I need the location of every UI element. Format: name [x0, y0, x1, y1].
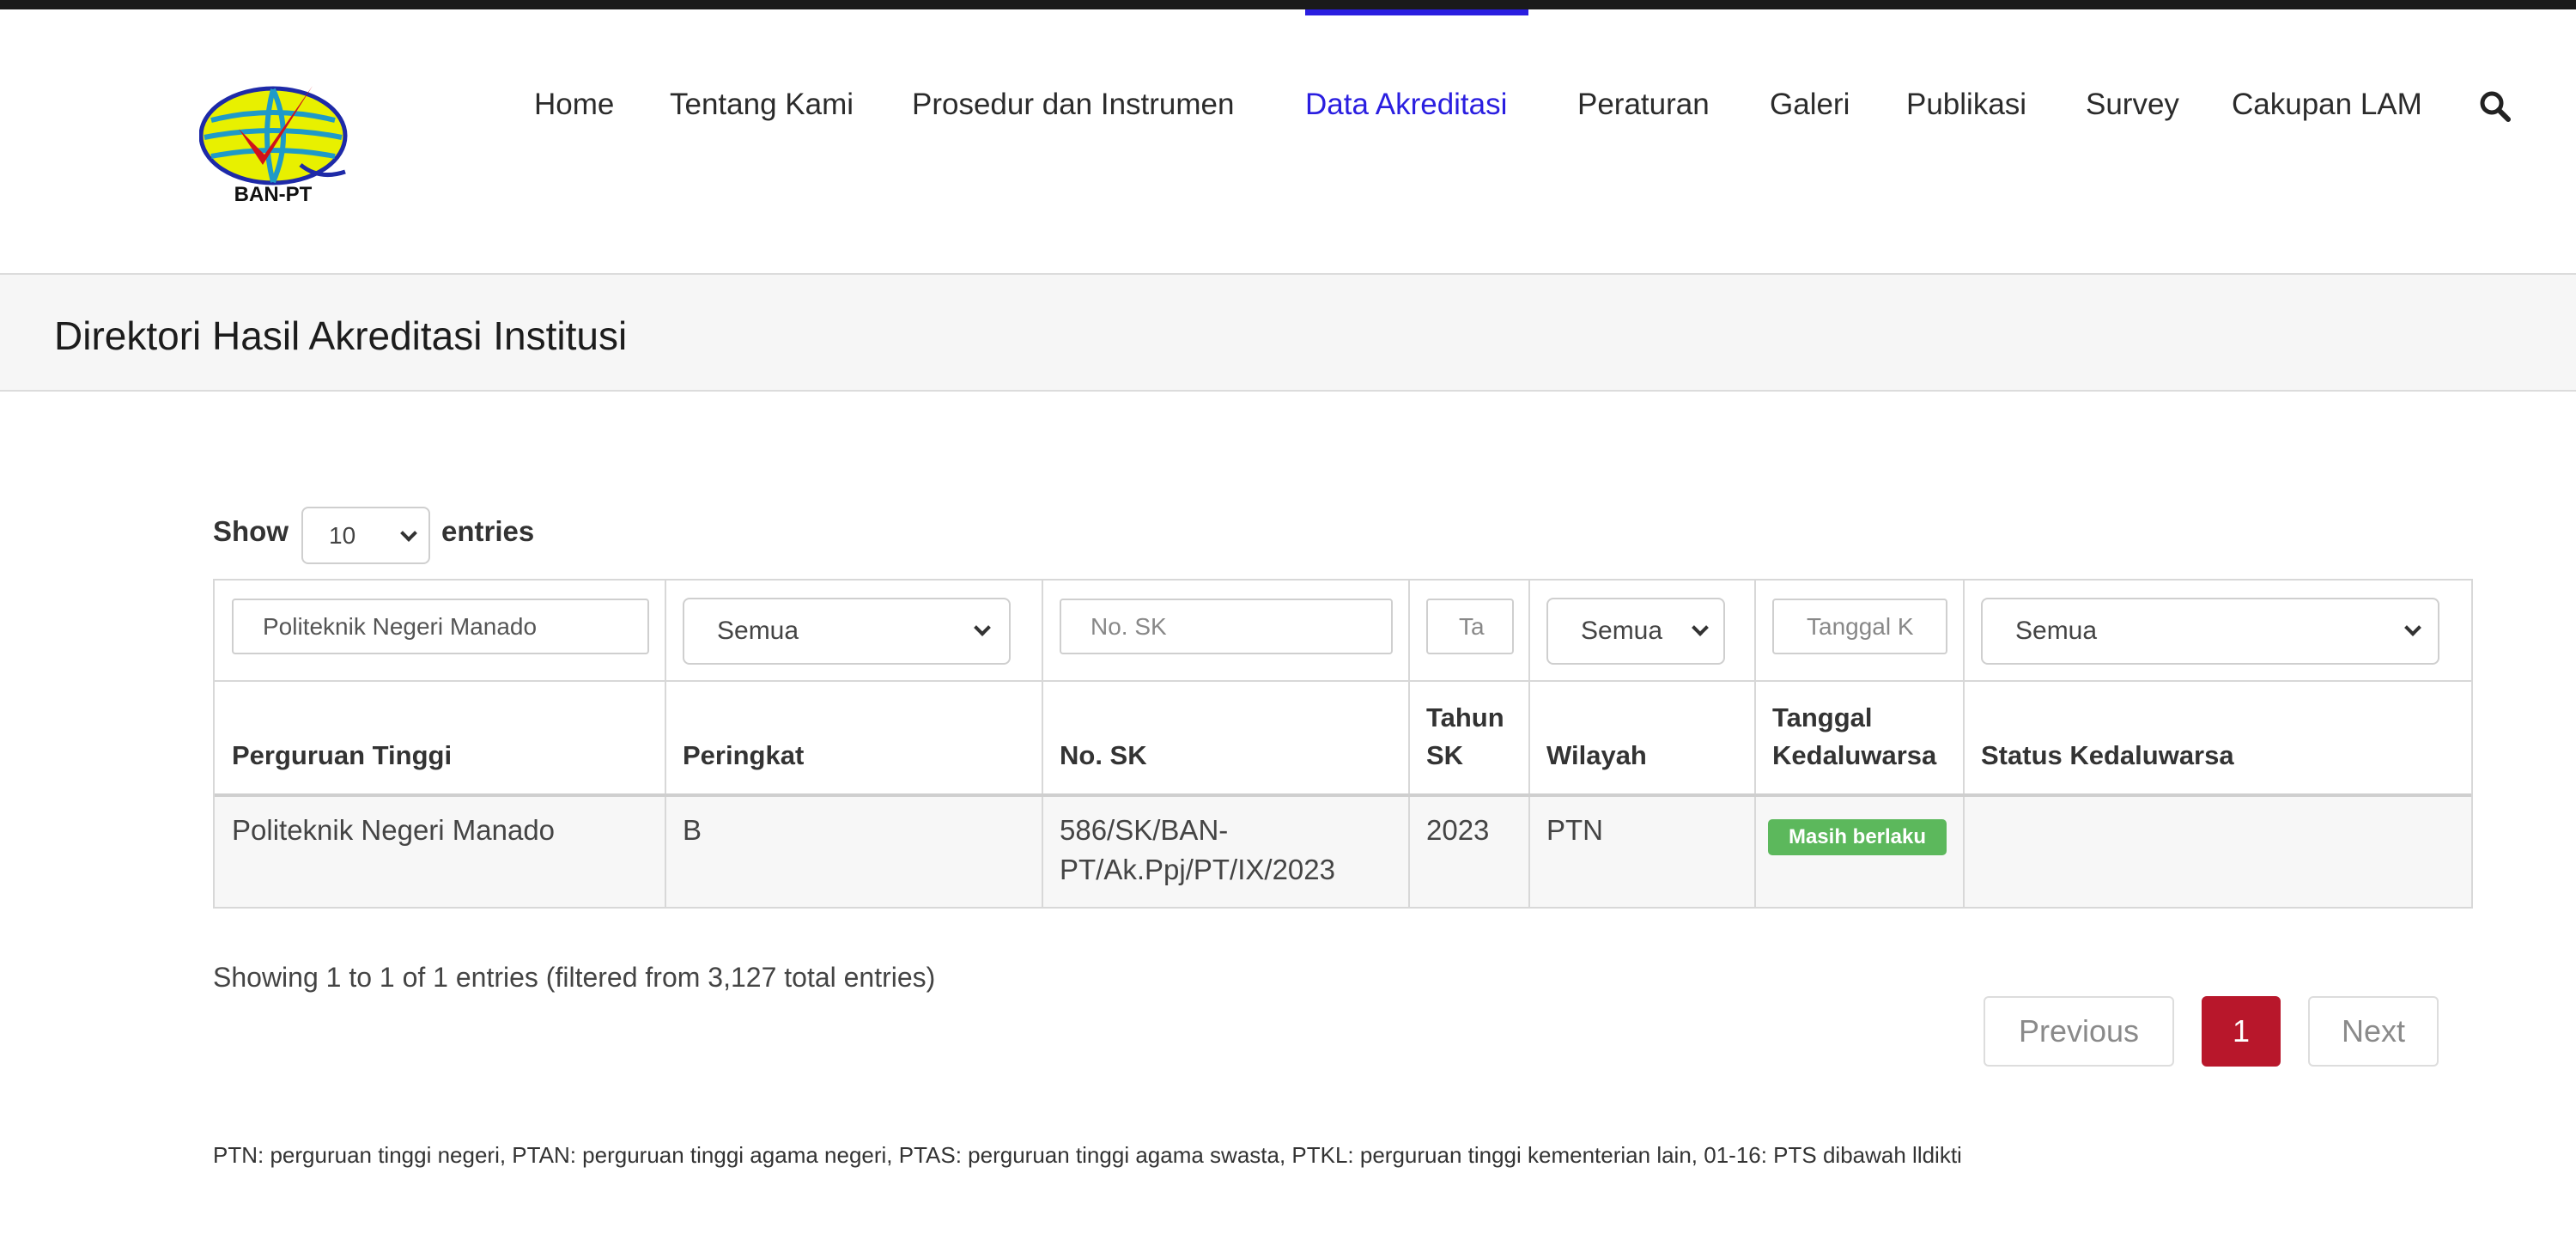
filter-tanggal-input[interactable]: Tanggal K	[1772, 599, 1947, 654]
status-badge: Masih berlaku	[1768, 819, 1947, 855]
header-tahun-sk-line1: Tahun	[1426, 702, 1504, 732]
chevron-down-icon	[2404, 619, 2421, 636]
page-title: Direktori Hasil Akreditasi Institusi	[54, 313, 628, 358]
header-tanggal-line2: Kedaluwarsa	[1772, 740, 1937, 770]
column-divider	[1528, 581, 1530, 907]
chevron-down-icon	[400, 525, 417, 542]
nav-survey[interactable]: Survey	[2086, 88, 2179, 122]
cell-no-sk-line1: 586/SK/BAN-	[1060, 814, 1229, 846]
filter-status-value: Semua	[2015, 617, 2098, 645]
table-info: Showing 1 to 1 of 1 entries (filtered fr…	[213, 962, 936, 993]
column-divider	[1042, 581, 1043, 907]
header-peringkat[interactable]: Peringkat	[683, 737, 804, 775]
nav-peraturan[interactable]: Peraturan	[1577, 88, 1710, 122]
cell-no-sk-line2: PT/Ak.Ppj/PT/IX/2023	[1060, 854, 1335, 885]
next-button[interactable]: Next	[2308, 996, 2439, 1067]
page-1-button[interactable]: 1	[2202, 996, 2281, 1067]
column-divider	[1408, 581, 1410, 907]
entries-label: entries	[441, 515, 535, 547]
row-divider	[215, 680, 2471, 682]
filter-tanggal-placeholder: Tanggal K	[1807, 613, 1914, 640]
header-status-kedaluwarsa[interactable]: Status Kedaluwarsa	[1981, 737, 2234, 775]
nav-galeri[interactable]: Galeri	[1770, 88, 1850, 122]
previous-button[interactable]: Previous	[1984, 996, 2174, 1067]
header-tanggal-line1: Tanggal	[1772, 702, 1873, 732]
filter-perguruan-tinggi-value: Politeknik Negeri Manado	[263, 613, 538, 640]
header-perguruan-tinggi[interactable]: Perguruan Tinggi	[232, 737, 452, 775]
filter-tahun-sk-placeholder: Ta	[1459, 613, 1485, 640]
filter-no-sk-placeholder: No. SK	[1091, 613, 1167, 640]
nav-prosedur-dan-instrumen[interactable]: Prosedur dan Instrumen	[912, 88, 1234, 122]
nav-data-akreditasi[interactable]: Data Akreditasi	[1305, 88, 1507, 122]
nav-home[interactable]: Home	[534, 88, 614, 122]
cell-tahun-sk: 2023	[1426, 814, 1490, 846]
entries-length-select[interactable]: 10	[301, 507, 430, 564]
cell-wilayah: PTN	[1546, 814, 1603, 846]
filter-peringkat-select[interactable]: Semua	[683, 598, 1011, 665]
filter-wilayah-value: Semua	[1581, 617, 1663, 645]
header-tahun-sk[interactable]: Tahun SK	[1426, 699, 1504, 775]
header-no-sk[interactable]: No. SK	[1060, 737, 1147, 775]
filter-perguruan-tinggi-input[interactable]: Politeknik Negeri Manado	[232, 599, 649, 654]
chevron-down-icon	[974, 619, 991, 636]
filter-peringkat-value: Semua	[717, 617, 799, 645]
header-wilayah[interactable]: Wilayah	[1546, 737, 1647, 775]
footnote: PTN: perguruan tinggi negeri, PTAN: perg…	[213, 1142, 1962, 1168]
header-tahun-sk-line2: SK	[1426, 740, 1464, 770]
search-icon[interactable]	[2478, 89, 2512, 124]
accreditation-table: Politeknik Negeri Manado Semua No. SK Ta…	[213, 579, 2473, 909]
logo-text: BAN-PT	[234, 183, 313, 206]
show-label: Show	[213, 515, 289, 547]
filter-tahun-sk-input[interactable]: Ta	[1426, 599, 1514, 654]
entries-length-value: 10	[329, 522, 356, 549]
column-divider	[1963, 581, 1965, 907]
nav-cakupan-lam[interactable]: Cakupan LAM	[2232, 88, 2422, 122]
page-title-band: Direktori Hasil Akreditasi Institusi	[0, 273, 2576, 392]
cell-perguruan-tinggi: Politeknik Negeri Manado	[232, 814, 556, 846]
filter-wilayah-select[interactable]: Semua	[1546, 598, 1725, 665]
main-nav: Home Tentang Kami Prosedur dan Instrumen…	[0, 0, 2576, 137]
filter-no-sk-input[interactable]: No. SK	[1060, 599, 1393, 654]
nav-tentang-kami[interactable]: Tentang Kami	[670, 88, 854, 122]
cell-no-sk: 586/SK/BAN- PT/Ak.Ppj/PT/IX/2023	[1060, 811, 1335, 890]
chevron-down-icon	[1692, 619, 1709, 636]
header-divider	[215, 793, 2471, 797]
column-divider	[1754, 581, 1756, 907]
cell-peringkat: B	[683, 814, 702, 846]
header-tanggal-kedaluwarsa[interactable]: Tanggal Kedaluwarsa	[1772, 699, 1936, 775]
filter-status-select[interactable]: Semua	[1981, 598, 2439, 665]
nav-publikasi[interactable]: Publikasi	[1906, 88, 2026, 122]
column-divider	[665, 581, 666, 907]
active-nav-indicator	[1305, 9, 1528, 15]
